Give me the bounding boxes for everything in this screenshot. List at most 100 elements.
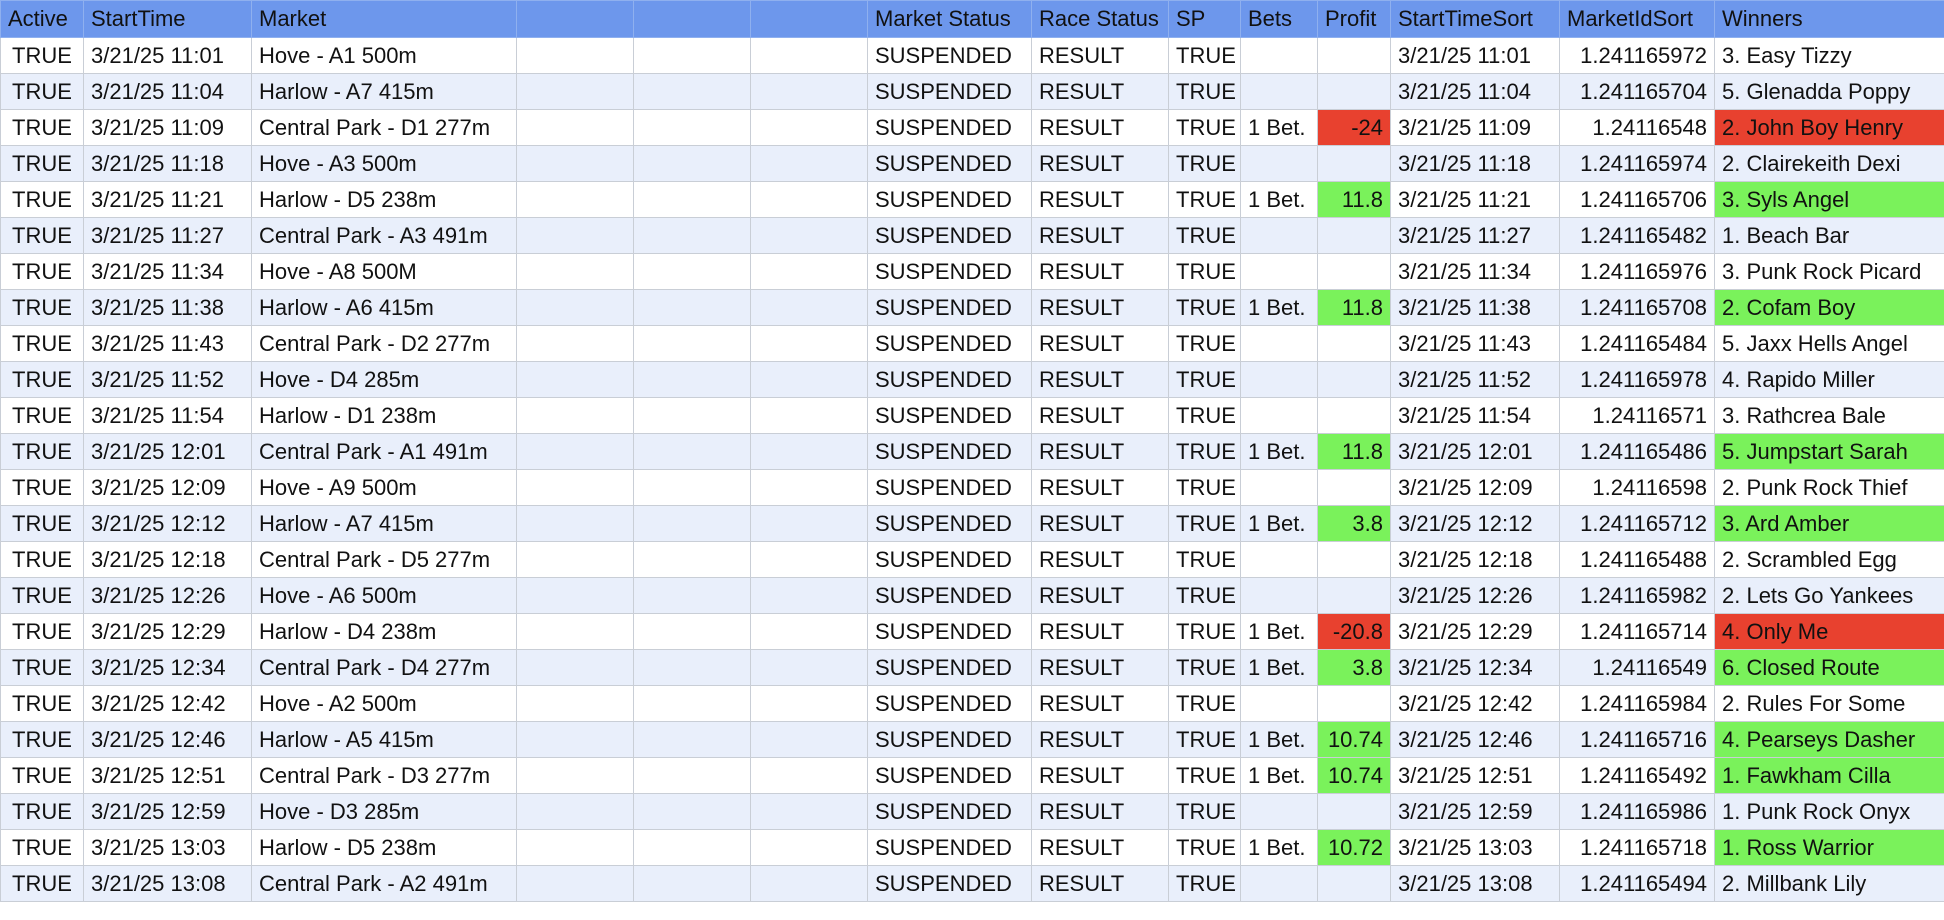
cell-empty[interactable] [516, 253, 634, 290]
cell-empty[interactable] [516, 325, 634, 362]
cell-marketidsort[interactable]: 1.24116571 [1559, 397, 1715, 434]
cell-bets[interactable]: 1 Bet. [1240, 757, 1318, 794]
cell-marketidsort[interactable]: 1.241165494 [1559, 865, 1715, 902]
cell-market[interactable]: Harlow - D5 238m [251, 181, 517, 218]
cell-empty[interactable] [516, 397, 634, 434]
cell-profit[interactable] [1317, 865, 1391, 902]
cell-marketidsort[interactable]: 1.241165982 [1559, 577, 1715, 614]
cell-profit[interactable]: 11.8 [1317, 181, 1391, 218]
cell-starttime[interactable]: 3/21/25 11:27 [83, 217, 252, 254]
cell-market-status[interactable]: SUSPENDED [867, 433, 1032, 470]
cell-winner[interactable]: 2. Rules For Some [1714, 685, 1944, 722]
cell-profit[interactable] [1317, 217, 1391, 254]
cell-market[interactable]: Hove - A3 500m [251, 145, 517, 182]
cell-starttimesort[interactable]: 3/21/25 11:43 [1390, 325, 1560, 362]
header-active[interactable]: Active [0, 0, 84, 38]
cell-market[interactable]: Harlow - A5 415m [251, 721, 517, 758]
cell-active[interactable]: TRUE [0, 793, 84, 830]
cell-empty[interactable] [633, 289, 751, 326]
cell-empty[interactable] [633, 253, 751, 290]
cell-empty[interactable] [516, 793, 634, 830]
cell-market-status[interactable]: SUSPENDED [867, 109, 1032, 146]
cell-race-status[interactable]: RESULT [1031, 577, 1169, 614]
cell-marketidsort[interactable]: 1.241165488 [1559, 541, 1715, 578]
cell-profit[interactable] [1317, 37, 1391, 74]
cell-market[interactable]: Central Park - D2 277m [251, 325, 517, 362]
cell-starttime[interactable]: 3/21/25 11:43 [83, 325, 252, 362]
cell-starttime[interactable]: 3/21/25 12:01 [83, 433, 252, 470]
cell-empty[interactable] [750, 721, 868, 758]
cell-active[interactable]: TRUE [0, 37, 84, 74]
cell-market[interactable]: Harlow - D4 238m [251, 613, 517, 650]
cell-empty[interactable] [750, 685, 868, 722]
cell-active[interactable]: TRUE [0, 325, 84, 362]
cell-marketidsort[interactable]: 1.241165714 [1559, 613, 1715, 650]
cell-empty[interactable] [750, 145, 868, 182]
cell-starttime[interactable]: 3/21/25 11:54 [83, 397, 252, 434]
header-marketidsort[interactable]: MarketIdSort [1559, 0, 1715, 38]
cell-market-status[interactable]: SUSPENDED [867, 145, 1032, 182]
cell-starttimesort[interactable]: 3/21/25 13:08 [1390, 865, 1560, 902]
cell-empty[interactable] [750, 829, 868, 866]
cell-empty[interactable] [633, 397, 751, 434]
cell-profit[interactable] [1317, 325, 1391, 362]
cell-starttime[interactable]: 3/21/25 11:04 [83, 73, 252, 110]
cell-market-status[interactable]: SUSPENDED [867, 73, 1032, 110]
cell-bets[interactable]: 1 Bet. [1240, 181, 1318, 218]
cell-marketidsort[interactable]: 1.241165716 [1559, 721, 1715, 758]
cell-bets[interactable]: 1 Bet. [1240, 829, 1318, 866]
cell-empty[interactable] [633, 829, 751, 866]
cell-empty[interactable] [633, 721, 751, 758]
cell-sp[interactable]: TRUE [1168, 433, 1241, 470]
cell-sp[interactable]: TRUE [1168, 865, 1241, 902]
cell-market[interactable]: Hove - A9 500m [251, 469, 517, 506]
cell-empty[interactable] [633, 433, 751, 470]
cell-market[interactable]: Hove - A2 500m [251, 685, 517, 722]
cell-market-status[interactable]: SUSPENDED [867, 361, 1032, 398]
cell-winner[interactable]: 2. John Boy Henry [1714, 109, 1944, 146]
header-winners[interactable]: Winners [1714, 0, 1944, 38]
cell-bets[interactable]: 1 Bet. [1240, 109, 1318, 146]
cell-sp[interactable]: TRUE [1168, 73, 1241, 110]
cell-market-status[interactable]: SUSPENDED [867, 793, 1032, 830]
cell-marketidsort[interactable]: 1.24116598 [1559, 469, 1715, 506]
cell-market[interactable]: Central Park - D3 277m [251, 757, 517, 794]
cell-profit[interactable] [1317, 577, 1391, 614]
cell-sp[interactable]: TRUE [1168, 469, 1241, 506]
cell-starttimesort[interactable]: 3/21/25 12:34 [1390, 649, 1560, 686]
cell-market[interactable]: Central Park - A1 491m [251, 433, 517, 470]
cell-race-status[interactable]: RESULT [1031, 361, 1169, 398]
cell-active[interactable]: TRUE [0, 577, 84, 614]
cell-race-status[interactable]: RESULT [1031, 793, 1169, 830]
cell-starttimesort[interactable]: 3/21/25 12:26 [1390, 577, 1560, 614]
cell-market-status[interactable]: SUSPENDED [867, 37, 1032, 74]
cell-starttimesort[interactable]: 3/21/25 12:18 [1390, 541, 1560, 578]
cell-market[interactable]: Harlow - A7 415m [251, 73, 517, 110]
cell-starttimesort[interactable]: 3/21/25 11:54 [1390, 397, 1560, 434]
cell-winner[interactable]: 3. Rathcrea Bale [1714, 397, 1944, 434]
cell-race-status[interactable]: RESULT [1031, 433, 1169, 470]
cell-empty[interactable] [516, 757, 634, 794]
cell-bets[interactable] [1240, 37, 1318, 74]
cell-sp[interactable]: TRUE [1168, 757, 1241, 794]
cell-winner[interactable]: 1. Ross Warrior [1714, 829, 1944, 866]
cell-empty[interactable] [750, 865, 868, 902]
cell-winner[interactable]: 5. Jaxx Hells Angel [1714, 325, 1944, 362]
cell-empty[interactable] [516, 541, 634, 578]
cell-market[interactable]: Harlow - A6 415m [251, 289, 517, 326]
cell-market-status[interactable]: SUSPENDED [867, 577, 1032, 614]
cell-active[interactable]: TRUE [0, 217, 84, 254]
cell-empty[interactable] [633, 685, 751, 722]
cell-sp[interactable]: TRUE [1168, 253, 1241, 290]
header-empty-3[interactable] [750, 0, 868, 38]
cell-empty[interactable] [633, 649, 751, 686]
cell-profit[interactable] [1317, 541, 1391, 578]
cell-empty[interactable] [516, 721, 634, 758]
cell-marketidsort[interactable]: 1.241165718 [1559, 829, 1715, 866]
cell-market-status[interactable]: SUSPENDED [867, 505, 1032, 542]
cell-starttime[interactable]: 3/21/25 13:08 [83, 865, 252, 902]
cell-winner[interactable]: 4. Rapido Miller [1714, 361, 1944, 398]
cell-starttime[interactable]: 3/21/25 11:09 [83, 109, 252, 146]
cell-race-status[interactable]: RESULT [1031, 865, 1169, 902]
cell-winner[interactable]: 4. Only Me [1714, 613, 1944, 650]
